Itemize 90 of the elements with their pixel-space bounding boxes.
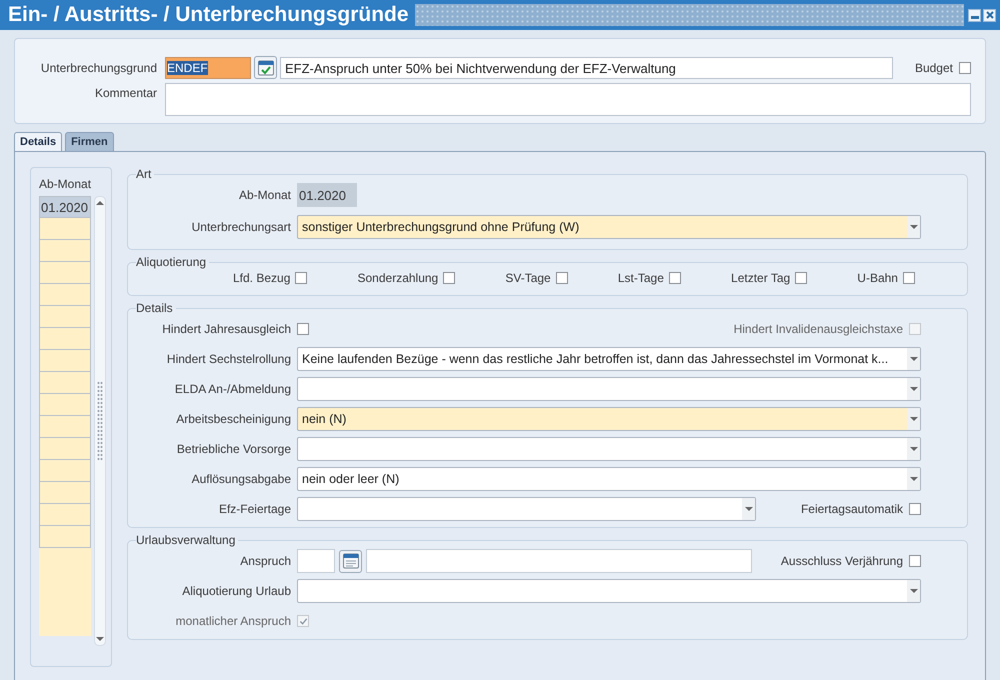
checkbox[interactable]: [556, 272, 568, 284]
scroll-down-icon[interactable]: [96, 637, 104, 641]
calendar-button[interactable]: [339, 550, 362, 572]
description-field[interactable]: EFZ-Anspruch unter 50% bei Nichtverwendung der EFZ-Verwaltung: [280, 56, 893, 78]
empty-list-row[interactable]: [39, 240, 91, 262]
dropdown[interactable]: Keine laufenden Bezüge - wenn das restliche Jahr betroffen ist, dann das Jahressechstel im Vormonat k...: [297, 347, 921, 371]
empty-list-row[interactable]: [39, 438, 91, 460]
field-label: Anspruch: [239, 554, 291, 568]
calendar-check-icon: [256, 58, 274, 76]
field-label: Efz-Feiertage: [218, 502, 291, 516]
dropdown[interactable]: sonstiger Unterbrechungsgrund ohne Prüfung (W): [297, 215, 921, 239]
minimize-button[interactable]: [968, 8, 981, 22]
checkbox-label: Sonderzahlung: [358, 271, 438, 285]
empty-list-row[interactable]: [39, 460, 91, 482]
field-label: Auflösungsabgabe: [190, 472, 291, 486]
calendar-icon: [342, 552, 360, 570]
number-field[interactable]: [297, 549, 335, 573]
close-button[interactable]: [983, 8, 996, 22]
caret-down-icon: [910, 225, 918, 229]
empty-list-row[interactable]: [39, 328, 91, 350]
section-title: Art: [136, 167, 152, 181]
scrollbar[interactable]: [94, 196, 106, 646]
scroll-up-icon[interactable]: [96, 201, 104, 205]
empty-list-row[interactable]: [39, 504, 91, 526]
field-label: ELDA An-/Abmeldung: [174, 382, 291, 396]
checkbox-label: Feiertagsautomatik: [800, 502, 903, 516]
checkbox-label: U-Bahn: [857, 271, 898, 285]
dropdown[interactable]: [297, 497, 756, 521]
caret-down-icon: [910, 417, 918, 421]
checkbox[interactable]: [295, 272, 308, 284]
empty-list-row[interactable]: [39, 284, 91, 306]
checkbox[interactable]: [668, 272, 681, 284]
checkbox[interactable]: [297, 323, 309, 335]
caret-down-icon: [910, 589, 918, 593]
empty-list-row[interactable]: [39, 262, 91, 284]
field-label: Betriebliche Vorsorge: [176, 442, 291, 456]
checkbox[interactable]: [795, 272, 808, 284]
checkbox-label: Letzter Tag: [731, 271, 790, 285]
dropdown[interactable]: nein oder leer (N): [297, 467, 921, 491]
tab[interactable]: Details: [14, 132, 62, 151]
field-label: Kommentar: [94, 85, 157, 100]
comment-field[interactable]: [165, 83, 971, 116]
month-field: 01.2020: [297, 183, 357, 207]
field-label: Arbeitsbescheinigung: [175, 412, 291, 426]
text-field[interactable]: [366, 549, 752, 573]
checkbox-label: Ausschluss Verjährung: [780, 554, 903, 568]
caret-down-icon: [910, 387, 918, 391]
checkbox-label: Hindert Jahresausgleich: [161, 322, 291, 336]
checkbox[interactable]: [902, 272, 915, 284]
checkbox[interactable]: [909, 503, 921, 515]
list-row[interactable]: 01.2020: [39, 196, 91, 218]
dropdown[interactable]: [297, 437, 921, 461]
empty-list-row[interactable]: [39, 306, 91, 328]
section-title: Aliquotierung: [136, 255, 208, 269]
dropdown[interactable]: [297, 377, 921, 401]
caret-down-icon: [910, 447, 918, 451]
checkbox-label: Lfd. Bezug: [233, 271, 290, 285]
section-title: Urlaubsverwaltung: [136, 533, 236, 547]
field-label: Unterbrechungsart: [190, 220, 291, 234]
column-header: Ab-Monat: [39, 177, 92, 191]
checkbox-label: monatlicher Anspruch: [174, 614, 291, 628]
checkbox-label: Budget: [914, 60, 953, 74]
empty-list-row[interactable]: [39, 372, 91, 394]
window-title: Ein- / Austritts- / Unterbrechungsgründe: [7, 3, 410, 27]
dropdown[interactable]: [297, 579, 921, 603]
tab[interactable]: Firmen: [65, 132, 114, 151]
field-label: Ab-Monat: [238, 188, 291, 202]
section-title: Details: [136, 301, 174, 315]
field-label: Hindert Sechstelrollung: [166, 352, 291, 366]
dropdown[interactable]: nein (N): [297, 407, 921, 431]
empty-list-row[interactable]: [39, 526, 91, 548]
checkbox[interactable]: [443, 272, 456, 284]
checkbox-label: Hindert Invalidenausgleichstaxe: [734, 322, 903, 336]
caret-down-icon: [910, 357, 918, 361]
empty-list-row[interactable]: [39, 218, 91, 240]
empty-list-row[interactable]: [39, 350, 91, 372]
empty-list-row[interactable]: [39, 482, 91, 504]
field-label: Aliquotierung Urlaub: [181, 584, 291, 598]
close-icon: [984, 10, 994, 20]
calendar-check-button[interactable]: [254, 56, 277, 79]
code-field[interactable]: ENDEF: [165, 56, 251, 78]
field-label: Unterbrechungsgrund: [40, 60, 157, 74]
empty-list-row[interactable]: [39, 416, 91, 438]
checkbox-label: Lst-Tage: [618, 271, 664, 285]
checkbox[interactable]: [909, 555, 921, 567]
checkbox-label: SV-Tage: [505, 271, 551, 285]
empty-list-row[interactable]: [39, 394, 91, 416]
caret-down-icon: [744, 507, 752, 511]
caret-down-icon: [910, 477, 918, 481]
checkbox[interactable]: [959, 62, 971, 74]
